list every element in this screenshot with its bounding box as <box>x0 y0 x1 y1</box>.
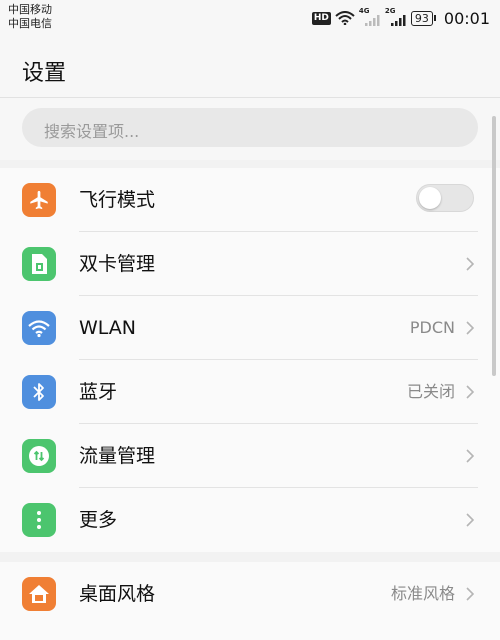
home-style-icon <box>22 577 56 611</box>
bluetooth-status: 已关闭 <box>406 382 455 401</box>
settings-group-connectivity: 飞行模式 双卡管理 WLAN PDCN 蓝牙 已关闭 流量管理 更多 <box>0 168 500 552</box>
settings-item-label: 桌面风格 <box>79 583 156 605</box>
settings-item-data-usage[interactable]: 流量管理 <box>0 424 500 488</box>
data-usage-icon <box>22 439 56 473</box>
hd-voice-badge: HD <box>311 11 331 25</box>
battery-level: 93 <box>410 10 433 26</box>
home-style-value: 标准风格 <box>390 584 455 603</box>
page-title: 设置 <box>22 61 67 86</box>
wlan-network-name: PDCN <box>409 318 455 337</box>
settings-group-display: 桌面风格 标准风格 <box>0 562 500 640</box>
settings-item-label: WLAN <box>79 317 137 339</box>
status-clock: 00:01 <box>443 8 490 28</box>
more-icon <box>22 503 56 537</box>
status-indicators: HD 4G 2G 93 00:01 <box>311 7 490 28</box>
settings-item-label: 蓝牙 <box>79 381 118 403</box>
settings-item-label: 更多 <box>79 509 118 531</box>
settings-item-home-style[interactable]: 桌面风格 标准风格 <box>0 562 500 626</box>
wifi-icon <box>22 311 56 345</box>
carrier-1: 中国移动 <box>8 3 52 16</box>
airplane-icon <box>22 183 56 217</box>
wifi-status-icon <box>335 11 355 25</box>
bluetooth-icon <box>22 375 56 409</box>
status-bar: 中国移动 中国电信 HD 4G 2G 93 00:01 <box>0 0 500 38</box>
search-area: 搜索设置项... <box>0 98 500 160</box>
signal-1-icon: 4G <box>359 7 381 26</box>
settings-item-dual-sim[interactable]: 双卡管理 <box>0 232 500 296</box>
settings-item-label: 双卡管理 <box>79 253 156 275</box>
chevron-right-icon <box>466 513 475 527</box>
toggle-knob <box>419 187 441 209</box>
chevron-right-icon <box>466 257 475 271</box>
scrollbar[interactable] <box>492 116 496 376</box>
search-input[interactable]: 搜索设置项... <box>22 108 478 147</box>
chevron-right-icon <box>466 385 475 399</box>
settings-item-more[interactable]: 更多 <box>0 488 500 552</box>
settings-item-label: 飞行模式 <box>79 189 156 211</box>
chevron-right-icon <box>466 587 475 601</box>
airplane-mode-toggle[interactable] <box>416 184 474 212</box>
carrier-info: 中国移动 中国电信 <box>8 3 52 31</box>
chevron-right-icon <box>466 449 475 463</box>
signal-2-icon: 2G <box>385 7 407 26</box>
app-header: 设置 <box>0 38 500 98</box>
search-placeholder: 搜索设置项... <box>44 122 140 141</box>
chevron-right-icon <box>466 321 475 335</box>
settings-item-bluetooth[interactable]: 蓝牙 已关闭 <box>0 360 500 424</box>
settings-item-wlan[interactable]: WLAN PDCN <box>0 296 500 360</box>
sim-card-icon <box>22 247 56 281</box>
settings-item-label: 流量管理 <box>79 445 156 467</box>
carrier-2: 中国电信 <box>8 17 52 30</box>
settings-item-airplane-mode[interactable]: 飞行模式 <box>0 168 500 232</box>
battery-icon: 93 <box>410 10 436 26</box>
